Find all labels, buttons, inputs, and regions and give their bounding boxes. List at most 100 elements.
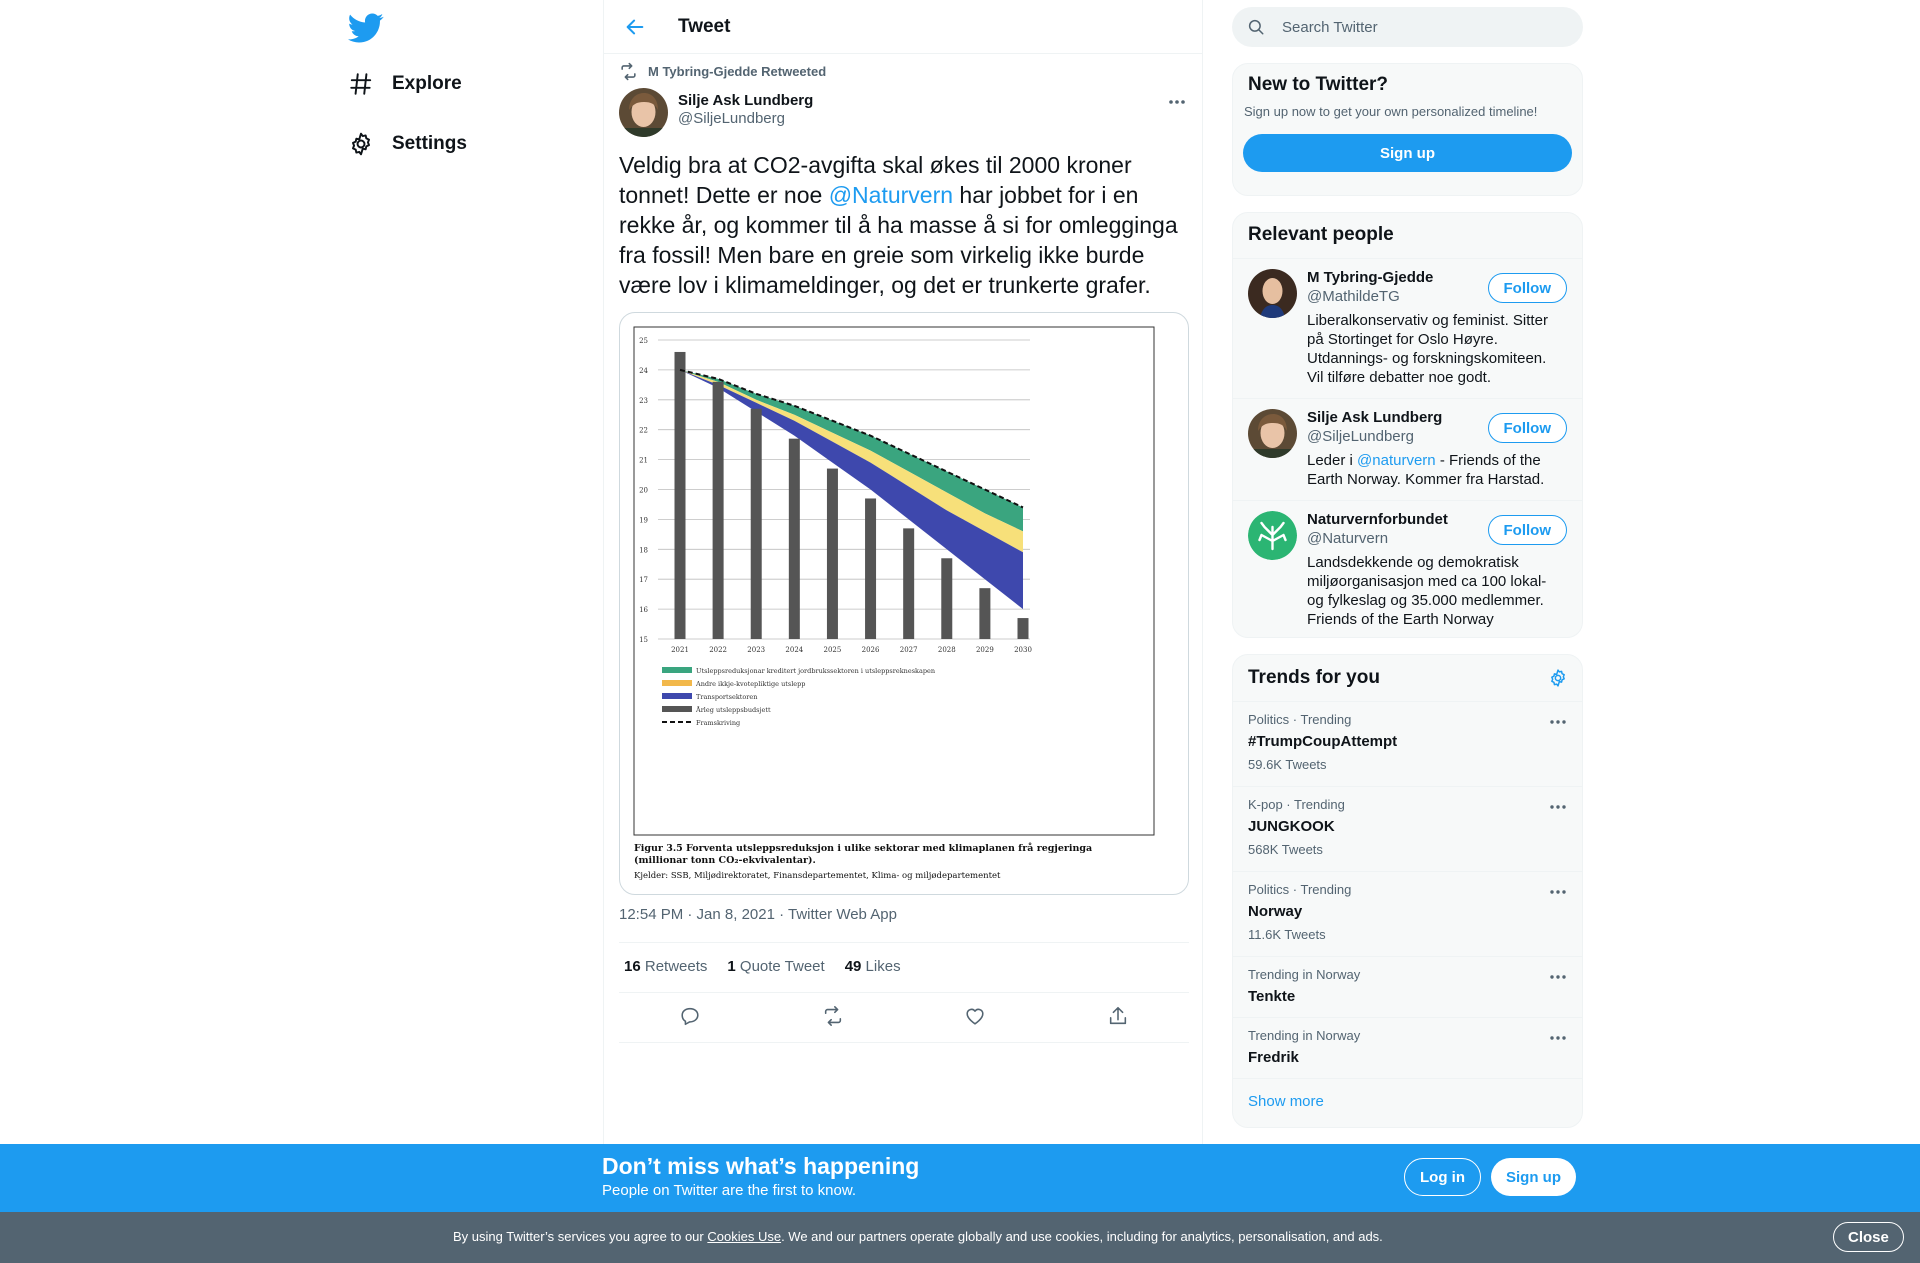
show-more-link[interactable]: Show more: [1233, 1078, 1582, 1125]
chart-caption-line: (millionar tonn CO₂-ekvivalentar).: [634, 855, 816, 866]
trend-name: Fredrik: [1248, 1049, 1299, 1066]
settings-gear-icon[interactable]: [1548, 668, 1568, 688]
quotes-stat[interactable]: 1 Quote Tweet: [727, 958, 824, 975]
author-avatar-image: [619, 88, 668, 137]
more-icon[interactable]: [1166, 92, 1188, 112]
avatar[interactable]: [1248, 269, 1297, 318]
likes-label: Likes: [865, 958, 901, 975]
avatar[interactable]: [619, 88, 668, 137]
retweet-small-icon: [621, 62, 636, 81]
y-tick-label: 19: [639, 516, 648, 524]
legend-swatch: [662, 667, 692, 673]
trend-item[interactable]: K-pop · Trending JUNGKOOK 568K Tweets: [1233, 786, 1582, 871]
legend-label: Transportsektoren: [696, 693, 757, 701]
x-tick-label: 2028: [938, 646, 956, 654]
trend-context: Politics · Trending: [1248, 882, 1352, 897]
close-button[interactable]: Close: [1833, 1222, 1904, 1252]
nav-explore-label: Explore: [392, 73, 462, 94]
header: Tweet: [604, 0, 1202, 54]
follow-button[interactable]: Follow: [1487, 515, 1567, 545]
share-icon[interactable]: [1107, 1005, 1129, 1027]
search-icon: [1248, 19, 1264, 35]
person-bio-mention[interactable]: @naturvern: [1357, 452, 1436, 469]
nav-settings-label: Settings: [392, 133, 467, 154]
budget-bar: [788, 438, 800, 639]
reply-icon[interactable]: [679, 1005, 701, 1027]
budget-bar: [903, 528, 915, 639]
more-icon[interactable]: [1548, 1030, 1568, 1046]
page-root: Explore Settings Tweet M Tybring-Gjedde …: [0, 0, 1920, 1263]
search-input[interactable]: [1282, 18, 1552, 36]
cookie-text: By using Twitter’s services you agree to…: [453, 1229, 1383, 1244]
retweets-stat[interactable]: 16 Retweets: [624, 958, 707, 975]
person-bio: Landsdekkende og demokratisk miljøorgani…: [1307, 554, 1547, 628]
more-icon[interactable]: [1548, 799, 1568, 815]
retweeted-by[interactable]: M Tybring-Gjedde Retweeted: [619, 62, 826, 81]
person-card[interactable]: M Tybring-Gjedde @MathildeTG Liberalkons…: [1233, 258, 1582, 398]
legend-label: Andre ikkje-kvotepliktige utslepp: [695, 680, 805, 688]
gear-icon: [352, 132, 370, 156]
x-tick-label: 2022: [709, 646, 727, 654]
likes-stat[interactable]: 49 Likes: [845, 958, 901, 975]
banner-subtitle: People on Twitter are the first to know.: [602, 1182, 857, 1199]
tweet-media-chart[interactable]: 15 16 17 18 19 20 21 22 23 24 25 2021 2022 2023 2024 2…: [619, 312, 1189, 895]
like-icon[interactable]: [964, 1005, 986, 1027]
naturvern-logo-icon: [1248, 511, 1297, 560]
x-tick-label: 2027: [900, 646, 918, 654]
retweeted-by-label: M Tybring-Gjedde Retweeted: [648, 64, 827, 79]
trend-context: Politics · Trending: [1248, 712, 1352, 727]
signup-button[interactable]: Sign up: [1243, 134, 1572, 172]
arrow-left-icon[interactable]: [624, 16, 646, 38]
trend-item[interactable]: Politics · Trending #TrumpCoupAttempt 59…: [1233, 701, 1582, 786]
search-bar[interactable]: [1232, 7, 1583, 47]
login-button[interactable]: Log in: [1404, 1158, 1481, 1196]
tweet-timestamp[interactable]: 12:54 PM · Jan 8, 2021 · Twitter Web App: [619, 906, 897, 923]
divider: [619, 1042, 1189, 1043]
cookie-bar: By using Twitter’s services you agree to…: [0, 1212, 1920, 1263]
nav-explore[interactable]: Explore: [348, 62, 462, 106]
x-tick-label: 2029: [976, 646, 994, 654]
trend-item[interactable]: Trending in Norway Fredrik: [1233, 1017, 1582, 1078]
person-avatar-image: [1248, 269, 1297, 318]
avatar[interactable]: [1248, 511, 1297, 560]
x-tick-label: 2030: [1014, 646, 1032, 654]
person-card[interactable]: Naturvernforbundet @Naturvern Landsdekke…: [1233, 500, 1582, 634]
budget-bar: [1017, 618, 1029, 639]
budget-bar: [941, 558, 953, 639]
budget-bar: [979, 588, 991, 639]
y-tick-label: 17: [639, 576, 648, 584]
trend-name: #TrumpCoupAttempt: [1248, 733, 1398, 750]
budget-bar: [865, 498, 877, 639]
author-handle[interactable]: @SiljeLundberg: [678, 110, 813, 128]
tweet-mention[interactable]: @Naturvern: [829, 182, 953, 208]
banner-signup-button[interactable]: Sign up: [1491, 1158, 1576, 1196]
retweet-icon[interactable]: [822, 1005, 844, 1027]
twitter-bird-icon[interactable]: [348, 10, 384, 46]
person-avatar-image: [1248, 409, 1297, 458]
quotes-count: 1: [727, 958, 736, 975]
trend-name: Norway: [1248, 903, 1303, 920]
more-icon[interactable]: [1548, 714, 1568, 730]
quotes-label: Quote Tweet: [739, 958, 825, 975]
follow-button[interactable]: Follow: [1487, 273, 1567, 303]
y-tick-label: 21: [639, 457, 648, 465]
emissions-chart: 1516171819202122232425 2021 2022 2023 2024 2…: [633, 326, 1155, 881]
follow-button[interactable]: Follow: [1487, 413, 1567, 443]
avatar[interactable]: [1248, 409, 1297, 458]
trend-item[interactable]: Trending in Norway Tenkte: [1233, 956, 1582, 1017]
trend-context: Trending in Norway: [1248, 967, 1361, 982]
y-tick-label: 24: [639, 367, 648, 375]
more-icon[interactable]: [1548, 969, 1568, 985]
trend-context: K-pop · Trending: [1248, 797, 1345, 812]
x-tick-label: 2025: [824, 646, 842, 654]
author-name[interactable]: Silje Ask Lundberg: [678, 92, 813, 110]
tweet-author[interactable]: Silje Ask Lundberg @SiljeLundberg: [678, 92, 813, 128]
more-icon[interactable]: [1548, 884, 1568, 900]
legend-swatch: [662, 693, 692, 699]
legend-label: Utsleppsreduksjonar kreditert jordbrukss…: [696, 667, 935, 675]
cookies-use-link[interactable]: Cookies Use: [707, 1229, 781, 1244]
person-bio: Liberalkonservativ og feminist. Sitter p…: [1307, 312, 1548, 386]
person-card[interactable]: Silje Ask Lundberg @SiljeLundberg Leder …: [1233, 398, 1582, 500]
nav-settings[interactable]: Settings: [348, 122, 467, 166]
trend-item[interactable]: Politics · Trending Norway 11.6K Tweets: [1233, 871, 1582, 956]
